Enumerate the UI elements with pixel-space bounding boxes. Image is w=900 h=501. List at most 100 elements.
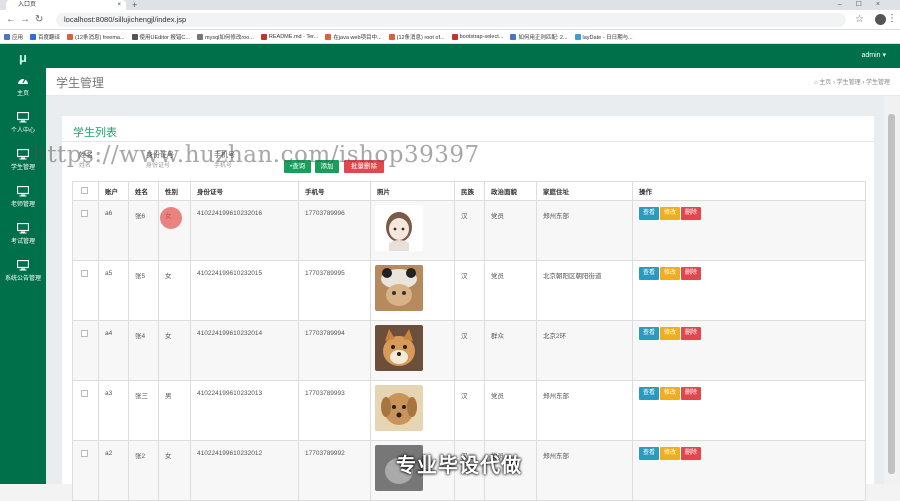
view-button[interactable]: 查看 bbox=[639, 387, 660, 400]
sidebar-item-label: 老师管理 bbox=[10, 202, 35, 208]
bookmark-item[interactable]: README.md · Ter... bbox=[260, 33, 319, 40]
delete-button[interactable]: 删除 bbox=[681, 327, 702, 340]
row-checkbox[interactable] bbox=[81, 450, 88, 457]
row-checkbox[interactable] bbox=[81, 210, 88, 217]
cell-nation: 汉 bbox=[454, 260, 485, 321]
row-select-cell bbox=[72, 200, 99, 261]
bookmark-label: 使用UEditor 报错C... bbox=[139, 34, 190, 41]
sidebar-item[interactable]: 老师管理 bbox=[0, 183, 46, 220]
actions-cell: 查看 修改 删除 bbox=[632, 320, 866, 381]
page-header: 学生管理 ⌂ 主页 › 学生管理 › 学生管理 bbox=[46, 68, 900, 96]
actions-cell: 查看 修改 删除 bbox=[632, 200, 866, 261]
view-button[interactable]: 查看 bbox=[639, 207, 660, 220]
cell-address: 郑州东部 bbox=[536, 440, 633, 501]
bookmark-label: (12条消息) root of... bbox=[396, 34, 445, 41]
sidebar-item[interactable]: 系统公告管理 bbox=[0, 257, 46, 294]
edit-button[interactable]: 修改 bbox=[660, 447, 681, 460]
bookmark-favicon-icon bbox=[131, 33, 138, 40]
top-bar: admin ▾ bbox=[46, 44, 900, 68]
browser-tab[interactable]: 入口页 × bbox=[6, 0, 126, 10]
view-button[interactable]: 查看 bbox=[639, 327, 660, 340]
student-photo bbox=[375, 325, 423, 373]
admin-user-menu[interactable]: admin ▾ bbox=[861, 51, 886, 59]
bookmark-item[interactable]: (12条消息) freema... bbox=[67, 33, 125, 41]
page-scrollbar[interactable] bbox=[884, 96, 900, 484]
address-bar-row: ← → ↻ localhost:8080/sillujichengjl/inde… bbox=[0, 10, 900, 30]
edit-button[interactable]: 修改 bbox=[660, 327, 681, 340]
edit-button[interactable]: 修改 bbox=[660, 207, 681, 220]
profile-icon[interactable] bbox=[875, 14, 886, 25]
column-header: 账户 bbox=[98, 181, 129, 201]
sidebar-item[interactable]: 主页 bbox=[0, 72, 46, 109]
bookmark-label: 应用 bbox=[12, 34, 24, 41]
bookmark-item[interactable]: layDate - 日日期与... bbox=[574, 33, 633, 41]
table-row: a3 张三男 410224199610232013 17703789993 汉党员 郑州东… bbox=[72, 380, 866, 441]
row-select-cell bbox=[72, 380, 99, 441]
breadcrumb: ⌂ 主页 › 学生管理 › 学生管理 bbox=[813, 80, 890, 86]
cell-name: 张5 bbox=[128, 260, 159, 321]
sidebar-item-label: 系统公告管理 bbox=[4, 276, 41, 282]
bookmark-item[interactable]: 应用 bbox=[4, 33, 23, 41]
bookmark-item[interactable]: (12条消息) root of... bbox=[388, 33, 445, 41]
url-input[interactable]: localhost:8080/sillujichengjl/index.jsp bbox=[56, 13, 846, 27]
sidebar-item-label: 主页 bbox=[16, 91, 29, 97]
delete-button[interactable]: 删除 bbox=[681, 207, 702, 220]
select-all-cell bbox=[72, 181, 99, 201]
browser-menu-icon[interactable]: ⋮ bbox=[887, 13, 897, 24]
row-checkbox[interactable] bbox=[81, 390, 88, 397]
breadcrumb-section[interactable]: 学生管理 bbox=[837, 80, 861, 86]
bookmark-item[interactable]: bootstrap-select... bbox=[451, 33, 503, 40]
bookmark-favicon-icon bbox=[67, 33, 74, 40]
cell-address: 北京2环 bbox=[536, 320, 633, 381]
row-checkbox[interactable] bbox=[81, 270, 88, 277]
bookmark-item[interactable]: 百度翻译 bbox=[30, 33, 60, 41]
back-arrow-icon[interactable]: ← bbox=[6, 14, 16, 25]
bookmark-item[interactable]: mysql如何修改roo... bbox=[196, 33, 254, 41]
bookmark-favicon-icon bbox=[4, 33, 10, 40]
cell-politics: 党员 bbox=[484, 260, 537, 321]
scroll-thumb[interactable] bbox=[888, 114, 895, 474]
actions-cell: 查看 修改 删除 bbox=[632, 380, 866, 441]
cell-phone: 17703789992 bbox=[298, 440, 371, 501]
view-button[interactable]: 查看 bbox=[639, 447, 660, 460]
breadcrumb-home[interactable]: 主页 bbox=[819, 80, 831, 86]
sidebar-item[interactable]: 考试管理 bbox=[0, 220, 46, 257]
table-header: 账户 姓名 性别 身份证号 手机号 照片 民族 政治面貌 家庭住址 操作 bbox=[72, 181, 866, 201]
dashboard-icon bbox=[0, 75, 46, 86]
column-header: 政治面貌 bbox=[484, 181, 537, 201]
cell-phone: 17703789993 bbox=[298, 380, 371, 441]
forward-arrow-icon[interactable]: → bbox=[20, 14, 30, 25]
browser-tab-strip: 入口页 × + –☐× bbox=[0, 0, 900, 10]
column-header: 民族 bbox=[454, 181, 485, 201]
cell-politics: 群众 bbox=[484, 320, 537, 381]
monitor-icon bbox=[0, 186, 46, 197]
bookmark-favicon-icon bbox=[510, 33, 517, 40]
row-checkbox[interactable] bbox=[81, 330, 88, 337]
monitor-icon bbox=[0, 223, 46, 234]
bookmark-item[interactable]: 使用UEditor 报错C... bbox=[131, 33, 190, 41]
delete-button[interactable]: 删除 bbox=[681, 447, 702, 460]
view-button[interactable]: 查看 bbox=[639, 267, 660, 280]
bookmark-label: 在java web项目中... bbox=[333, 34, 382, 41]
cell-nation: 汉 bbox=[454, 320, 485, 381]
bookmark-label: README.md · Ter... bbox=[268, 33, 319, 40]
tab-close-icon[interactable]: × bbox=[117, 0, 121, 10]
delete-button[interactable]: 删除 bbox=[681, 387, 702, 400]
window-controls[interactable]: –☐× bbox=[838, 0, 894, 10]
watermark-text: https://www.huzhan.com/ishop39397 bbox=[32, 142, 480, 168]
bookmark-item[interactable]: 如何用正则匹配: 2... bbox=[510, 33, 568, 41]
monitor-icon bbox=[0, 260, 46, 271]
cell-gender: 女 bbox=[158, 320, 191, 381]
ad-caption: 专业毕设代做 bbox=[396, 455, 522, 477]
select-all-checkbox[interactable] bbox=[81, 186, 88, 194]
cell-phone: 17703789996 bbox=[298, 200, 371, 261]
edit-button[interactable]: 修改 bbox=[660, 267, 681, 280]
edit-button[interactable]: 修改 bbox=[660, 387, 681, 400]
star-icon[interactable]: ☆ bbox=[855, 14, 864, 25]
bookmark-item[interactable]: 在java web项目中... bbox=[325, 33, 382, 41]
sidebar-item[interactable]: 个人中心 bbox=[0, 109, 46, 146]
delete-button[interactable]: 删除 bbox=[681, 267, 702, 280]
reload-icon[interactable]: ↻ bbox=[35, 14, 43, 25]
new-tab-button[interactable]: + bbox=[132, 0, 137, 10]
table-row: a4 张4 女 410224199610232014 17703789994 汉群众 北京2… bbox=[72, 320, 866, 381]
